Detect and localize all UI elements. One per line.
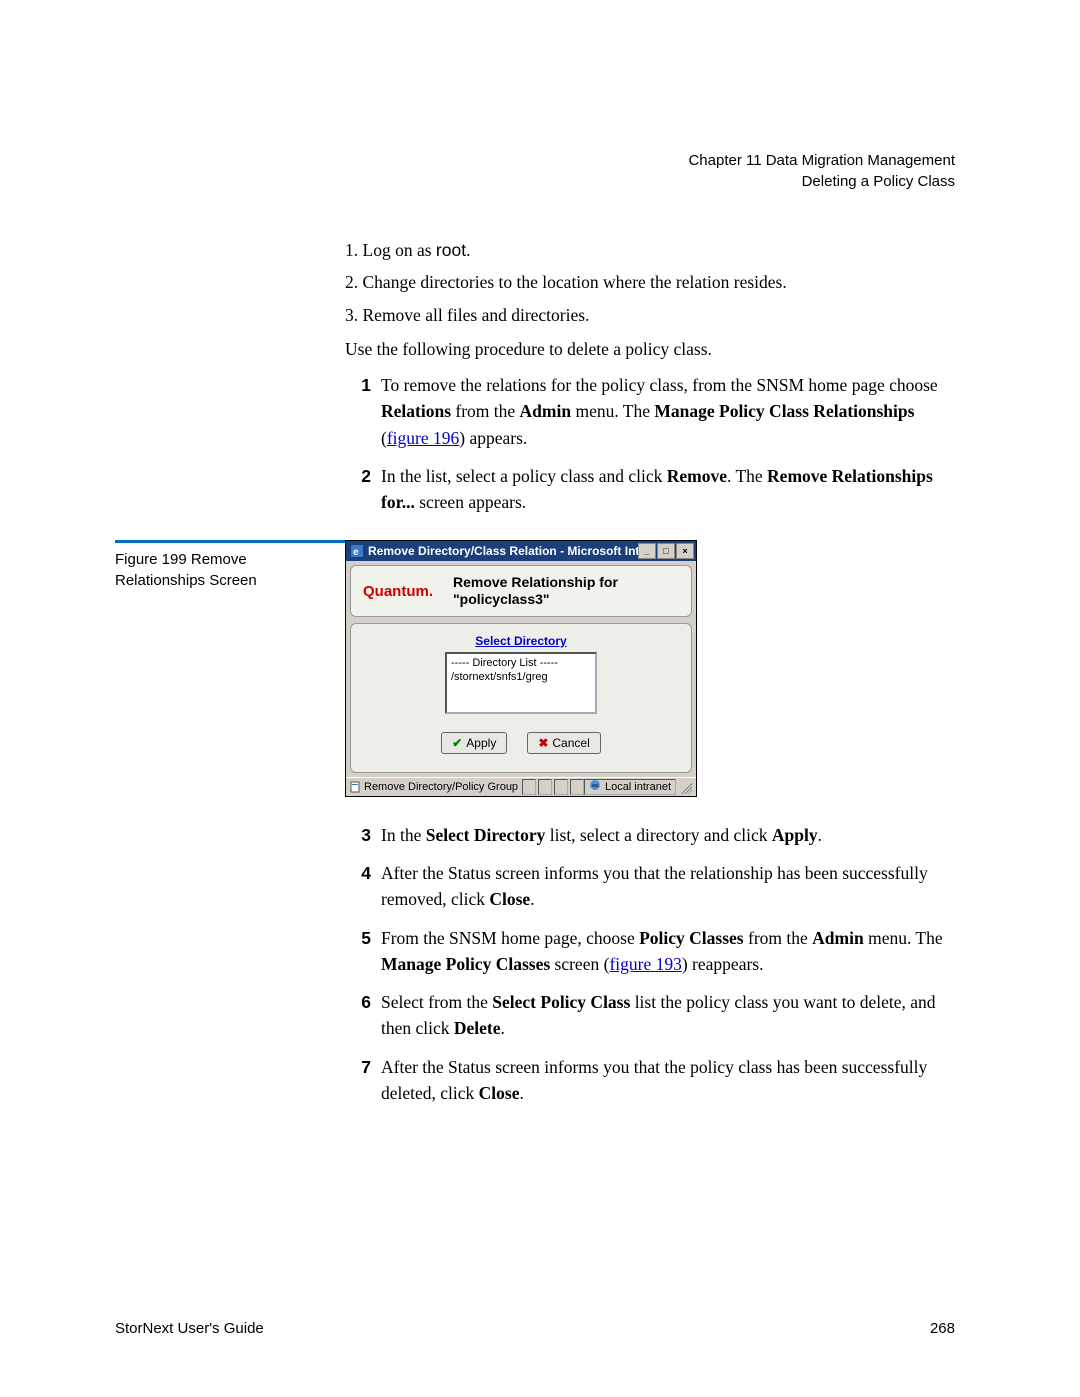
status-bar: Remove Directory/Policy Group Local intr…	[346, 777, 696, 796]
list-header: ----- Directory List -----	[451, 656, 591, 670]
section-title: Deleting a Policy Class	[115, 171, 955, 192]
dialog-main-panel: Select Directory ----- Directory List --…	[350, 623, 692, 773]
footer-left: StorNext User's Guide	[115, 1320, 264, 1337]
page-header: Chapter 11 Data Migration Management Del…	[115, 150, 955, 192]
page-number: 268	[930, 1320, 955, 1337]
svg-text:e: e	[353, 547, 359, 557]
cancel-button[interactable]: ✖ Cancel	[527, 732, 600, 754]
ie-icon: e	[350, 544, 364, 558]
step-text: From the SNSM home page, choose Policy C…	[381, 925, 955, 978]
step-5: 5 From the SNSM home page, choose Policy…	[345, 925, 955, 978]
preliminary-step-2: 2. Change directories to the location wh…	[345, 269, 955, 295]
step-text: After the Status screen informs you that…	[381, 1054, 955, 1107]
step-4: 4 After the Status screen informs you th…	[345, 860, 955, 913]
step-text: In the list, select a policy class and c…	[381, 463, 955, 516]
step-3: 3 In the Select Directory list, select a…	[345, 822, 955, 848]
intranet-icon	[589, 779, 601, 794]
maximize-button[interactable]: □	[657, 543, 675, 559]
step-text: After the Status screen informs you that…	[381, 860, 955, 913]
code-text: root	[436, 240, 466, 260]
main-content: 1. Log on as root. 2. Change directories…	[345, 237, 955, 515]
step-number: 2	[345, 463, 371, 516]
step-text: Select from the Select Policy Class list…	[381, 989, 955, 1042]
resize-grip[interactable]	[678, 780, 692, 794]
step-number: 4	[345, 860, 371, 913]
step-number: 3	[345, 822, 371, 848]
main-content-continued: 3 In the Select Directory list, select a…	[345, 822, 955, 1106]
step-number: 1	[345, 372, 371, 451]
step-7: 7 After the Status screen informs you th…	[345, 1054, 955, 1107]
dialog-header-panel: Quantum. Remove Relationship for "policy…	[350, 565, 692, 617]
directory-listbox[interactable]: ----- Directory List ----- /stornext/snf…	[445, 652, 597, 714]
figure-link[interactable]: figure 193	[609, 954, 681, 974]
list-item[interactable]: /stornext/snfs1/greg	[451, 670, 591, 684]
window-title: Remove Directory/Class Relation - Micros…	[368, 544, 638, 558]
chapter-title: Chapter 11 Data Migration Management	[115, 150, 955, 171]
page-icon	[350, 781, 364, 793]
step-text: To remove the relations for the policy c…	[381, 372, 955, 451]
page-footer: StorNext User's Guide 268	[115, 1320, 955, 1337]
dialog-window: e Remove Directory/Class Relation - Micr…	[345, 540, 697, 797]
figure-caption: Figure 199 Remove Relationships Screen	[115, 540, 345, 591]
intro-text: Use the following procedure to delete a …	[345, 336, 955, 362]
dialog-body: Quantum. Remove Relationship for "policy…	[346, 561, 696, 777]
security-zone: Local intranet	[584, 779, 676, 795]
preliminary-step-3: 3. Remove all files and directories.	[345, 302, 955, 328]
step-text: In the Select Directory list, select a d…	[381, 822, 955, 848]
brand-logo: Quantum.	[363, 583, 453, 600]
text: 1. Log on as	[345, 240, 436, 260]
step-6: 6 Select from the Select Policy Class li…	[345, 989, 955, 1042]
step-2: 2 In the list, select a policy class and…	[345, 463, 955, 516]
select-directory-label: Select Directory	[363, 634, 679, 648]
close-button[interactable]: ×	[676, 543, 694, 559]
step-number: 7	[345, 1054, 371, 1107]
check-icon: ✔	[452, 736, 462, 750]
figure-row: Figure 199 Remove Relationships Screen e…	[115, 540, 955, 797]
minimize-button[interactable]: _	[638, 543, 656, 559]
step-1: 1 To remove the relations for the policy…	[345, 372, 955, 451]
text: .	[466, 240, 470, 260]
figure-link[interactable]: figure 196	[387, 428, 459, 448]
window-titlebar: e Remove Directory/Class Relation - Micr…	[346, 541, 696, 561]
cross-icon: ✖	[538, 736, 548, 750]
status-text: Remove Directory/Policy Group	[364, 781, 518, 793]
apply-button[interactable]: ✔ Apply	[441, 732, 507, 754]
step-number: 6	[345, 989, 371, 1042]
step-number: 5	[345, 925, 371, 978]
dialog-heading: Remove Relationship for "policyclass3"	[453, 574, 618, 608]
preliminary-step-1: 1. Log on as root.	[345, 237, 955, 263]
